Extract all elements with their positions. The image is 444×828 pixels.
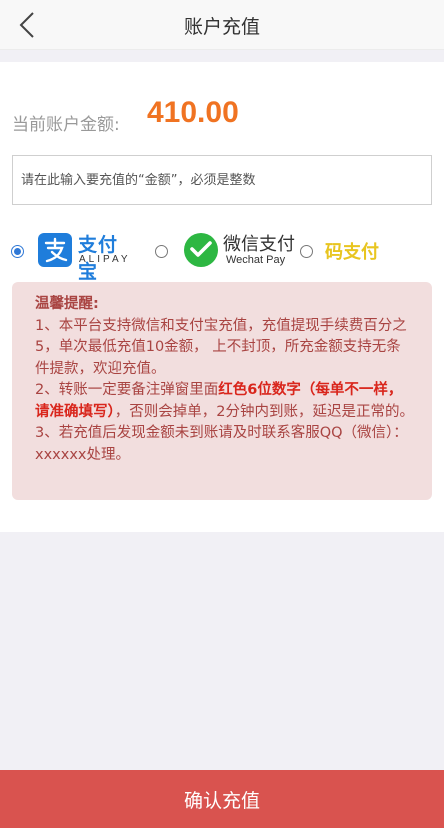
wechat-name-en: Wechat Pay: [226, 254, 286, 266]
code-pay-option[interactable]: 码支付: [325, 238, 379, 264]
balance-value: 410.00: [147, 96, 239, 129]
wechat-name-cn: 微信支付: [223, 234, 295, 255]
alipay-name-en: ALIPAY: [79, 254, 131, 265]
notice-title: 温馨提醒:: [35, 296, 99, 312]
recharge-card: 当前账户金额: 410.00 支付宝 ALIPAY 微信支付 Wechat Pa…: [0, 62, 444, 532]
wechat-option[interactable]: 微信支付 Wechat Pay: [183, 230, 297, 270]
code-pay-radio[interactable]: [300, 245, 313, 258]
payment-method-row: 支付宝 ALIPAY 微信支付 Wechat Pay 码支付: [0, 226, 444, 283]
wechat-radio[interactable]: [155, 245, 168, 258]
balance-label: 当前账户金额:: [12, 115, 120, 135]
page-title: 账户充值: [183, 16, 260, 38]
confirm-recharge-button[interactable]: 确认充值: [0, 770, 444, 828]
amount-input[interactable]: [12, 155, 432, 205]
alipay-option[interactable]: 支付宝 ALIPAY: [38, 230, 134, 283]
notice-item-1: 1、本平台支持微信和支付宝充值，充值提现手续费百分之5，单次最低充值10金额， …: [35, 317, 407, 377]
alipay-icon: [38, 233, 72, 267]
notice-item-2: 2、转账一定要备注弹窗里面红色6位数字（每单不一样，请准确填写），否则会掉单，2…: [35, 380, 414, 423]
wechat-icon: [184, 233, 218, 267]
notice-item-2-text: 2、转账一定要备注弹窗里面: [35, 382, 219, 398]
alipay-radio[interactable]: [11, 245, 24, 258]
header-bar: 账户充值: [0, 0, 444, 50]
notice-box: 温馨提醒: 1、本平台支持微信和支付宝充值，充值提现手续费百分之5，单次最低充值…: [12, 282, 432, 500]
notice-item-2-rest: ，否则会掉单，2分钟内到账，延迟是正常的。: [114, 403, 414, 420]
notice-item-3: 3、若充值后发现金额未到账请及时联系客服QQ（微信）：xxxxxx处理。: [35, 425, 408, 463]
